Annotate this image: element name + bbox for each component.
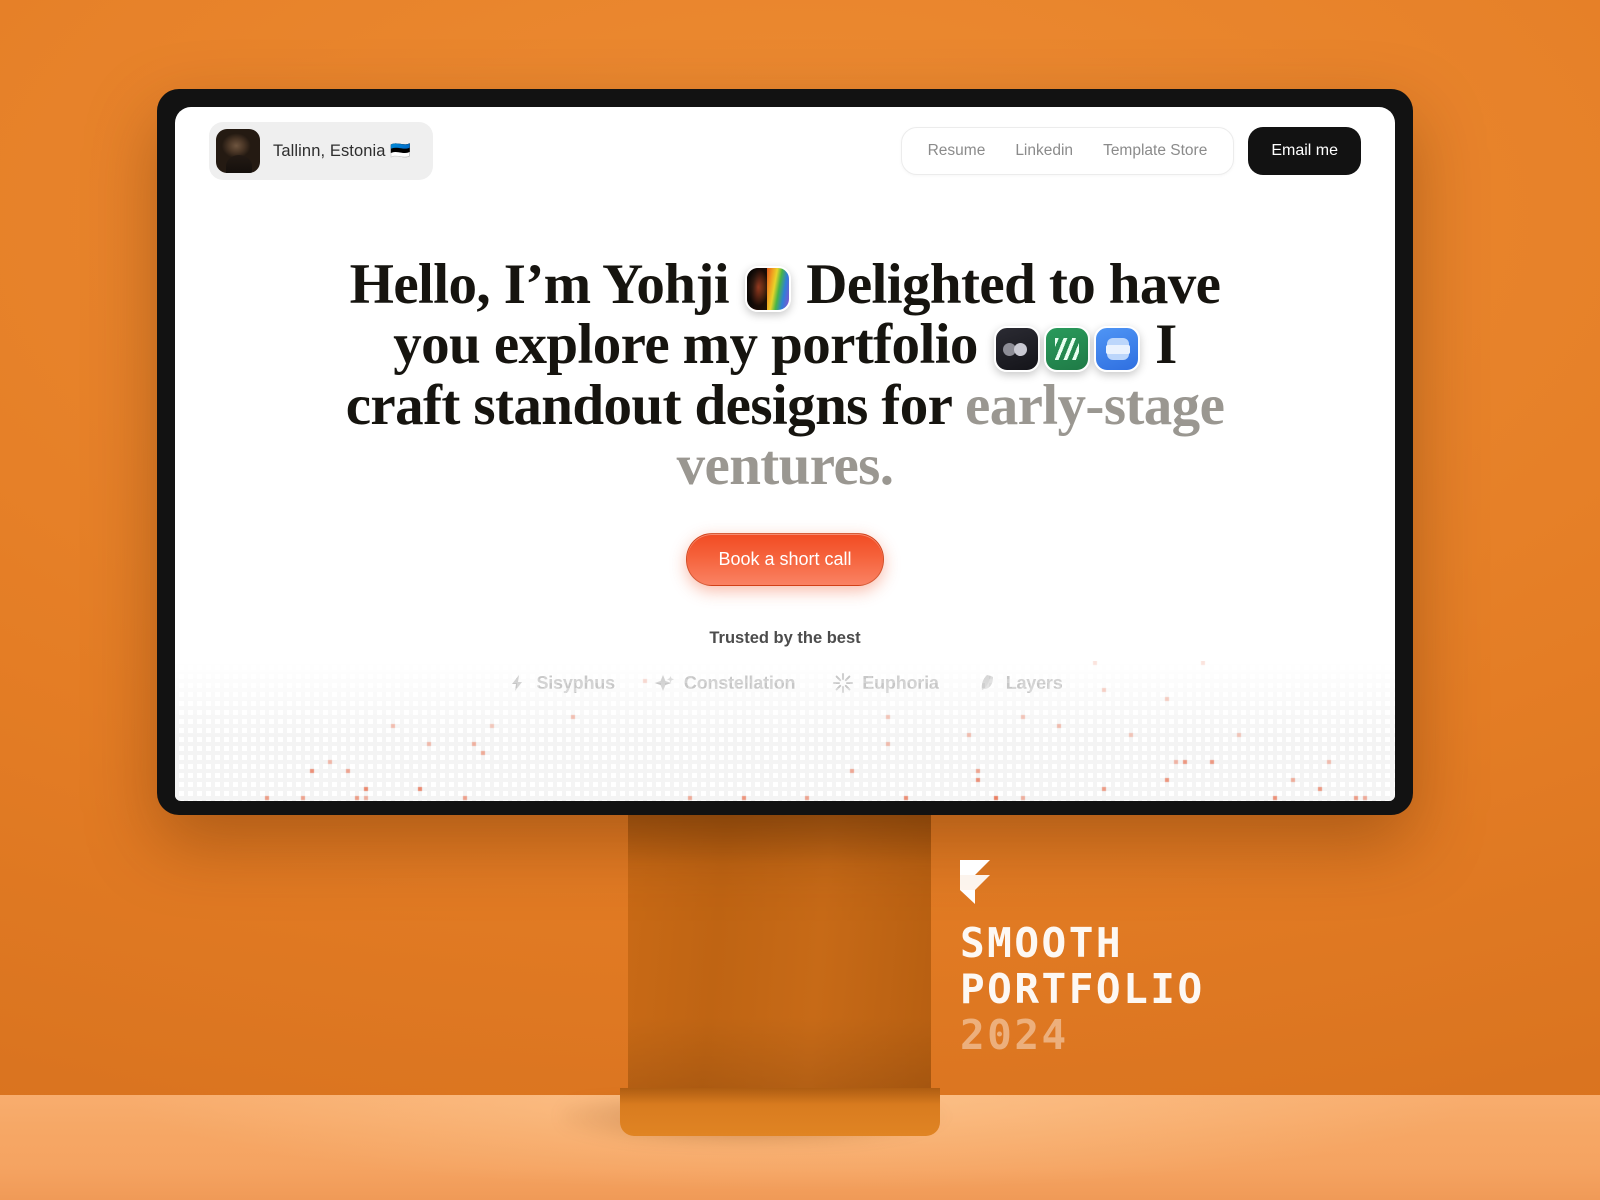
monitor-stand-column [628, 812, 931, 1104]
nav-link-resume[interactable]: Resume [928, 142, 986, 160]
headline-part-3: explore my portfolio [493, 313, 979, 377]
caption-line-1: SMOOTH [960, 919, 1124, 967]
hero-section: Hello, I’m Yohji Delighted to have you e… [175, 253, 1395, 694]
site-header: Tallinn, Estonia 🇪🇪 Resume Linkedin Temp… [175, 107, 1395, 195]
monitor-screen: Tallinn, Estonia 🇪🇪 Resume Linkedin Temp… [175, 107, 1395, 801]
monitor-stand-base [620, 1088, 940, 1136]
caption-year: 2024 [960, 1010, 1069, 1059]
email-me-button[interactable]: Email me [1248, 127, 1361, 175]
header-nav: Resume Linkedin Template Store Email me [900, 127, 1361, 175]
location-badge[interactable]: Tallinn, Estonia 🇪🇪 [209, 122, 433, 180]
rainbow-portrait-icon [744, 266, 791, 312]
scene-caption: SMOOTH PORTFOLIO 2024 [960, 860, 1390, 1059]
headline-part-1: Hello, I’m Yohji [349, 253, 730, 316]
framer-logo [960, 860, 990, 904]
blue-mail-icon [1093, 326, 1140, 373]
nav-link-linkedin[interactable]: Linkedin [1015, 142, 1073, 160]
headline-part-5: designs for [694, 373, 965, 437]
nav-pill: Resume Linkedin Template Store [900, 127, 1235, 175]
caption-line-2: PORTFOLIO [960, 964, 1205, 1013]
location-text: Tallinn, Estonia 🇪🇪 [273, 141, 411, 160]
pixel-grid-accents [175, 661, 1395, 801]
dark-rewind-icon [993, 326, 1040, 373]
hero-headline: Hello, I’m Yohji Delighted to have you e… [345, 253, 1225, 497]
product-scene: Tallinn, Estonia 🇪🇪 Resume Linkedin Temp… [0, 0, 1600, 1200]
nav-link-template-store[interactable]: Template Store [1103, 142, 1207, 160]
avatar [216, 129, 260, 173]
monitor-bezel: Tallinn, Estonia 🇪🇪 Resume Linkedin Temp… [157, 89, 1413, 815]
green-waves-icon [1043, 326, 1090, 373]
book-a-call-button[interactable]: Book a short call [686, 532, 884, 586]
trusted-label: Trusted by the best [709, 628, 861, 647]
